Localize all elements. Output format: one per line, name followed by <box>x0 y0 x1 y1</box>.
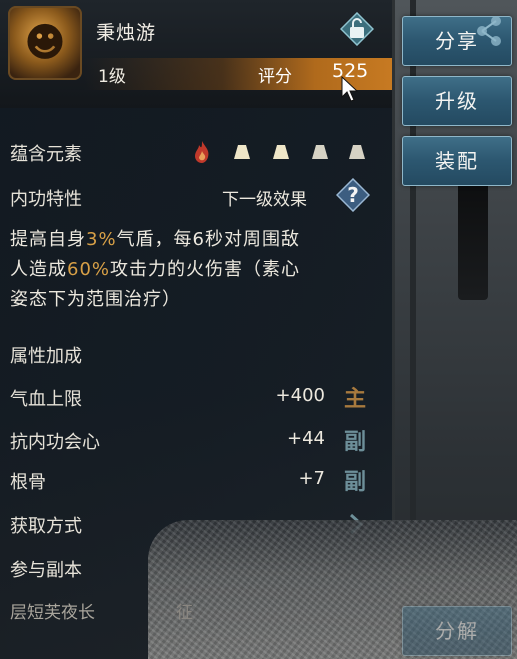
attr-name: 根骨 <box>10 472 46 493</box>
attr-name: 抗内功会心 <box>10 432 100 453</box>
fire-element-icon <box>195 141 209 163</box>
mask-icon: ☻ <box>24 20 66 66</box>
elements-label: 蕴含元素 <box>10 144 82 165</box>
share-icon <box>477 16 501 46</box>
internal-trait-label: 内功特性 <box>10 189 82 210</box>
share-button-label: 分享 <box>435 29 479 53</box>
next-level-effect-link[interactable]: 下一级效果 <box>222 185 307 210</box>
help-icon[interactable]: ? <box>336 178 370 212</box>
attributes-label: 属性加成 <box>10 346 82 367</box>
upgrade-button[interactable]: 升级 <box>402 76 512 126</box>
attr-value: +44 <box>287 428 325 449</box>
element-slot-icon <box>234 145 250 159</box>
mouse-cursor-icon <box>341 75 359 102</box>
element-slot-icon <box>349 145 365 159</box>
background-character <box>458 170 488 300</box>
attr-value: +400 <box>275 385 325 406</box>
item-name: 秉烛游 <box>96 22 157 44</box>
score-label: 评分 <box>258 67 292 87</box>
dismantle-button-label: 分解 <box>435 619 479 643</box>
main-attr-tag: 主 <box>344 387 367 412</box>
dismantle-button[interactable]: 分解 <box>402 606 512 656</box>
acquire-partial-text: 征 <box>176 603 193 623</box>
trait-description: 提高自身3%气盾，每6秒对周围敌 人造成60%攻击力的火伤害（素心 姿态下为范围治疗… <box>10 229 301 310</box>
element-slot-icon <box>273 145 289 159</box>
svg-text:?: ? <box>347 183 359 207</box>
attr-value: +7 <box>298 468 325 489</box>
unlock-icon[interactable] <box>340 12 374 46</box>
equip-button[interactable]: 装配 <box>402 136 512 186</box>
item-level: 1级 <box>98 67 126 87</box>
item-detail-panel: ☻ 秉烛游 1级 评分 525 蕴含元素 内功特性 下一级效果 ? 提高自身3%… <box>0 0 517 659</box>
acquire-label: 获取方式 <box>10 516 82 537</box>
item-icon: ☻ <box>8 6 82 80</box>
acquire-method: 参与副本 <box>10 560 82 581</box>
sub-attr-tag: 副 <box>344 430 367 455</box>
sub-attr-tag: 副 <box>344 470 367 495</box>
equip-button-label: 装配 <box>435 149 479 173</box>
element-slot-icon <box>312 145 328 159</box>
acquire-partial-text: 层短芙夜长 <box>10 603 95 623</box>
upgrade-button-label: 升级 <box>435 89 479 113</box>
attr-name: 气血上限 <box>10 389 82 410</box>
